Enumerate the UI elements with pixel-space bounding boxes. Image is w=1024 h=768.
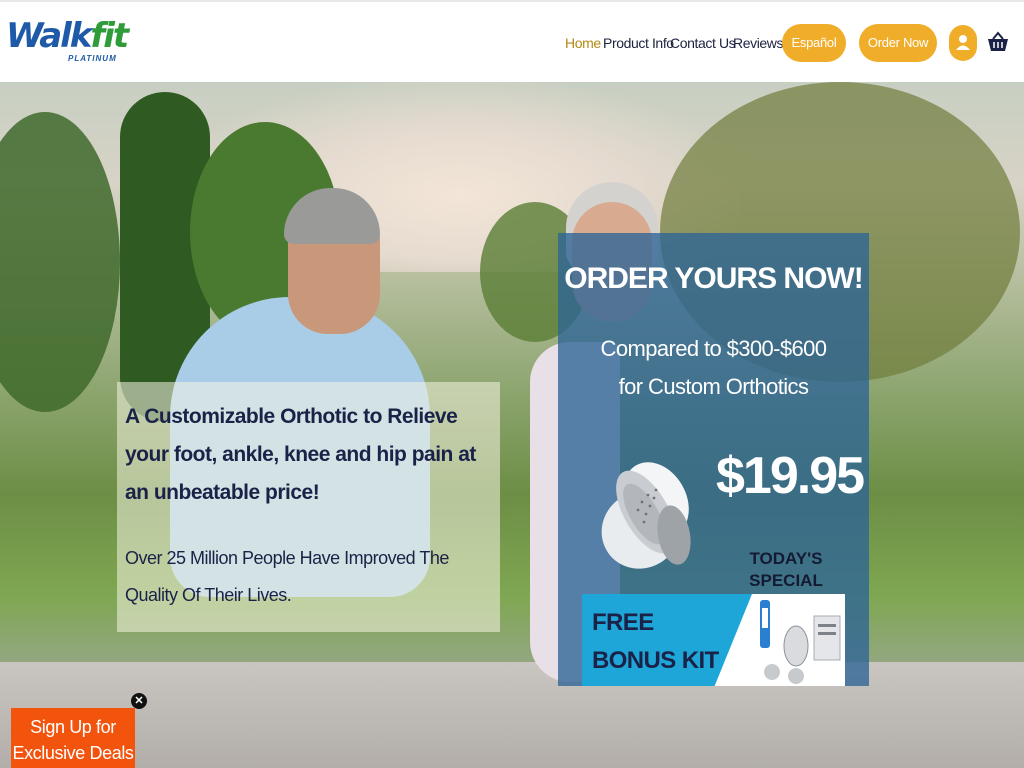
today-line-1: TODAY'S	[749, 549, 823, 568]
offer-title: ORDER YOURS NOW!	[564, 262, 863, 295]
basket-icon	[988, 31, 1008, 51]
offer-price: $19.95	[716, 447, 865, 505]
close-icon[interactable]: ✕	[131, 693, 147, 709]
cart-button[interactable]	[986, 30, 1010, 54]
logo-subtext: PLATINUM	[68, 54, 117, 63]
order-now-button[interactable]: Order Now	[859, 24, 937, 62]
todays-special-label: TODAY'S SPECIAL	[726, 548, 846, 592]
site-header: Walkfit PLATINUM Home Product Info Conta…	[0, 0, 1024, 82]
hero-path	[0, 662, 1024, 768]
today-line-2: SPECIAL	[749, 571, 823, 590]
offer-compare: Compared to $300-$600 for Custom Orthoti…	[558, 330, 869, 406]
logo-fit-text: fit	[90, 16, 129, 56]
nav-product-info[interactable]: Product Info	[603, 24, 674, 62]
hero-tree	[0, 112, 120, 412]
bonus-text: FREE BONUS KIT	[592, 604, 719, 680]
hero-subline: Over 25 Million People Have Improved The…	[125, 548, 449, 605]
account-button[interactable]	[949, 25, 977, 61]
insole-product-image	[586, 450, 706, 576]
bonus-kit-image	[760, 600, 841, 684]
bonus-kit-banner[interactable]: FREE BONUS KIT	[582, 594, 845, 686]
hero-headline: A Customizable Orthotic to Relieve your …	[125, 405, 476, 504]
user-icon	[956, 35, 970, 50]
signup-popup[interactable]: Sign Up for Exclusive Deals	[11, 708, 135, 768]
logo-walk-text: Walk	[6, 16, 92, 56]
bonus-line-2: BONUS KIT	[592, 647, 719, 674]
nav-reviews[interactable]: Reviews	[733, 24, 784, 62]
nav-home[interactable]: Home	[565, 24, 601, 62]
signup-line-2: Exclusive Deals	[12, 743, 134, 763]
compare-line-1: Compared to $300-$600	[600, 336, 828, 361]
espanol-button[interactable]: Español	[782, 24, 846, 62]
signup-line-1: Sign Up for	[30, 717, 116, 737]
walkfit-logo[interactable]: Walkfit PLATINUM	[6, 16, 129, 70]
nav-contact-us[interactable]: Contact Us	[670, 24, 736, 62]
compare-line-2: for Custom Orthotics	[618, 374, 809, 399]
logo-wordmark: Walkfit	[6, 16, 129, 56]
bonus-line-1: FREE	[592, 609, 654, 636]
